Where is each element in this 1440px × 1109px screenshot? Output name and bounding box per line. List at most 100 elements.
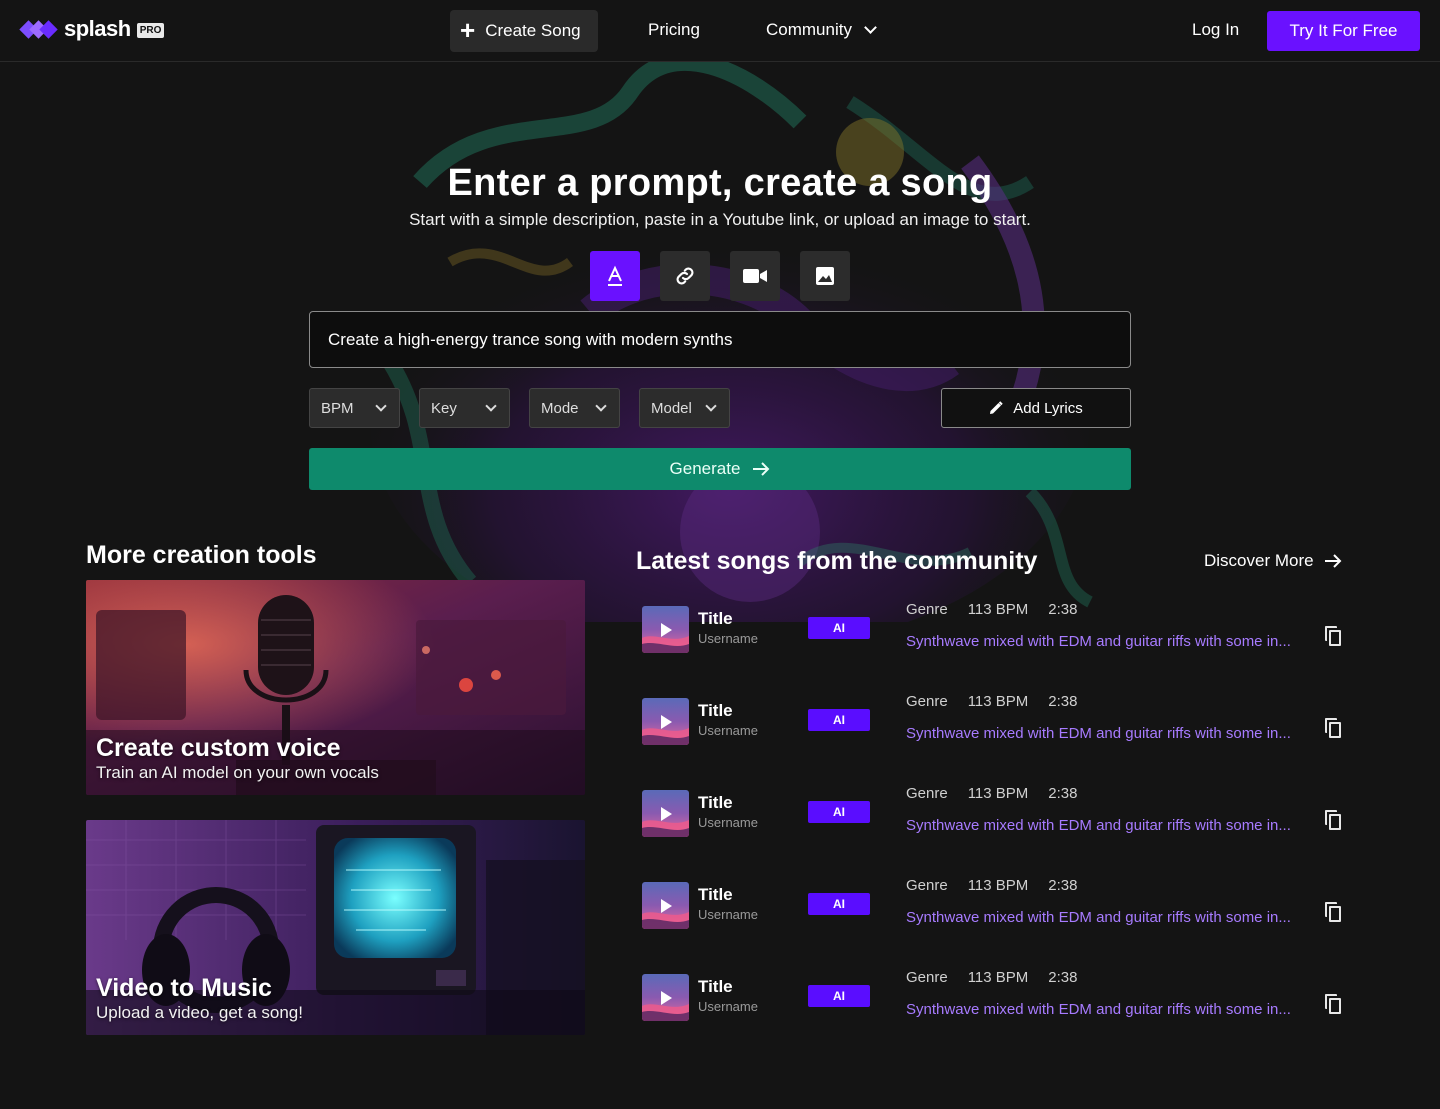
image-mode-button[interactable] bbox=[800, 251, 850, 301]
splash-logo[interactable]: splash PRO bbox=[19, 16, 165, 42]
pricing-link[interactable]: Pricing bbox=[648, 20, 700, 40]
mode-select[interactable]: Mode bbox=[529, 388, 620, 428]
video-to-music-card[interactable]: Video to Music Upload a video, get a son… bbox=[86, 820, 585, 1035]
model-select[interactable]: Model bbox=[639, 388, 730, 428]
arrow-right-icon bbox=[753, 462, 770, 476]
arrow-right-icon bbox=[1324, 554, 1342, 568]
key-select-label: Key bbox=[431, 399, 457, 417]
tool-description: Upload a video, get a song! bbox=[96, 1003, 303, 1022]
song-username: Username bbox=[698, 631, 758, 646]
song-meta: Genre 113 BPM 2:38 bbox=[906, 693, 1078, 710]
song-description: Synthwave mixed with EDM and guitar riff… bbox=[906, 633, 1291, 650]
link-mode-button[interactable] bbox=[660, 251, 710, 301]
song-thumbnail[interactable] bbox=[642, 882, 689, 929]
ai-badge: AI bbox=[808, 893, 870, 915]
community-section-title: Latest songs from the community bbox=[636, 547, 1038, 575]
ai-badge: AI bbox=[808, 985, 870, 1007]
copy-icon[interactable] bbox=[1325, 626, 1342, 646]
song-username: Username bbox=[698, 815, 758, 830]
song-genre: Genre bbox=[906, 693, 948, 710]
tool-name: Create custom voice bbox=[96, 734, 341, 762]
community-label: Community bbox=[766, 20, 852, 39]
ai-badge: AI bbox=[808, 801, 870, 823]
song-description: Synthwave mixed with EDM and guitar riff… bbox=[906, 909, 1291, 926]
tools-section-title: More creation tools bbox=[86, 541, 317, 569]
song-genre: Genre bbox=[906, 785, 948, 802]
song-description: Synthwave mixed with EDM and guitar riff… bbox=[906, 725, 1291, 742]
bpm-select-label: BPM bbox=[321, 399, 354, 417]
song-genre: Genre bbox=[906, 969, 948, 986]
song-duration: 2:38 bbox=[1048, 969, 1078, 986]
song-title: Title bbox=[698, 977, 733, 996]
play-icon bbox=[661, 715, 672, 729]
song-bpm: 113 BPM bbox=[967, 785, 1029, 802]
song-thumbnail[interactable] bbox=[642, 974, 689, 1021]
song-title: Title bbox=[698, 609, 733, 628]
song-duration: 2:38 bbox=[1048, 785, 1078, 802]
video-mode-button[interactable] bbox=[730, 251, 780, 301]
prompt-input[interactable] bbox=[309, 311, 1131, 368]
song-duration: 2:38 bbox=[1048, 693, 1078, 710]
create-song-button[interactable]: + Create Song bbox=[450, 10, 598, 52]
song-thumbnail[interactable] bbox=[642, 698, 689, 745]
mode-select-label: Mode bbox=[541, 399, 579, 417]
play-icon bbox=[661, 807, 672, 821]
song-title: Title bbox=[698, 793, 733, 812]
tool-name: Video to Music bbox=[96, 974, 272, 1002]
bpm-select[interactable]: BPM bbox=[309, 388, 400, 428]
community-dropdown[interactable]: Community bbox=[766, 20, 877, 40]
song-duration: 2:38 bbox=[1048, 877, 1078, 894]
song-row[interactable]: Title Username AI Genre 113 BPM 2:38 Syn… bbox=[636, 688, 1356, 758]
ai-badge: AI bbox=[808, 617, 870, 639]
play-icon bbox=[661, 623, 672, 637]
song-description: Synthwave mixed with EDM and guitar riff… bbox=[906, 817, 1291, 834]
logo-text: splash bbox=[64, 16, 131, 41]
song-row[interactable]: Title Username AI Genre 113 BPM 2:38 Syn… bbox=[636, 964, 1356, 1034]
logo-mark-icon bbox=[19, 17, 58, 41]
text-mode-button[interactable] bbox=[590, 251, 640, 301]
song-bpm: 113 BPM bbox=[967, 877, 1029, 894]
song-row[interactable]: Title Username AI Genre 113 BPM 2:38 Syn… bbox=[636, 596, 1356, 666]
copy-icon[interactable] bbox=[1325, 718, 1342, 738]
song-meta: Genre 113 BPM 2:38 bbox=[906, 785, 1078, 802]
song-bpm: 113 BPM bbox=[967, 693, 1029, 710]
song-row[interactable]: Title Username AI Genre 113 BPM 2:38 Syn… bbox=[636, 780, 1356, 850]
login-link[interactable]: Log In bbox=[1192, 20, 1239, 40]
page-subtitle: Start with a simple description, paste i… bbox=[409, 210, 1031, 229]
song-title: Title bbox=[698, 885, 733, 904]
chevron-down-icon bbox=[375, 399, 387, 412]
copy-icon[interactable] bbox=[1325, 810, 1342, 830]
chevron-down-icon bbox=[485, 399, 497, 412]
song-username: Username bbox=[698, 907, 758, 922]
video-camera-icon bbox=[743, 269, 767, 283]
song-meta: Genre 113 BPM 2:38 bbox=[906, 877, 1078, 894]
pencil-icon bbox=[990, 401, 1003, 414]
top-nav: splash PRO + Create Song Pricing Communi… bbox=[0, 0, 1440, 62]
key-select[interactable]: Key bbox=[419, 388, 510, 428]
play-icon bbox=[661, 991, 672, 1005]
song-row[interactable]: Title Username AI Genre 113 BPM 2:38 Syn… bbox=[636, 872, 1356, 942]
tool-description: Train an AI model on your own vocals bbox=[96, 763, 379, 782]
song-meta: Genre 113 BPM 2:38 bbox=[906, 969, 1078, 986]
discover-more-link[interactable]: Discover More bbox=[1204, 551, 1342, 571]
song-username: Username bbox=[698, 999, 758, 1014]
add-lyrics-button[interactable]: Add Lyrics bbox=[941, 388, 1131, 428]
plus-icon: + bbox=[460, 15, 476, 45]
copy-icon[interactable] bbox=[1325, 902, 1342, 922]
pro-badge: PRO bbox=[136, 22, 165, 38]
page-title: Enter a prompt, create a song bbox=[447, 162, 993, 204]
try-free-button[interactable]: Try It For Free bbox=[1267, 11, 1420, 51]
ai-badge: AI bbox=[808, 709, 870, 731]
generate-button[interactable]: Generate bbox=[309, 448, 1131, 490]
create-custom-voice-card[interactable]: Create custom voice Train an AI model on… bbox=[86, 580, 585, 795]
copy-icon[interactable] bbox=[1325, 994, 1342, 1014]
song-thumbnail[interactable] bbox=[642, 606, 689, 653]
song-title: Title bbox=[698, 701, 733, 720]
song-duration: 2:38 bbox=[1048, 601, 1078, 618]
song-description: Synthwave mixed with EDM and guitar riff… bbox=[906, 1001, 1291, 1018]
generate-label: Generate bbox=[669, 459, 741, 478]
image-icon bbox=[816, 267, 834, 285]
song-thumbnail[interactable] bbox=[642, 790, 689, 837]
add-lyrics-label: Add Lyrics bbox=[1013, 399, 1083, 417]
song-genre: Genre bbox=[906, 601, 948, 618]
